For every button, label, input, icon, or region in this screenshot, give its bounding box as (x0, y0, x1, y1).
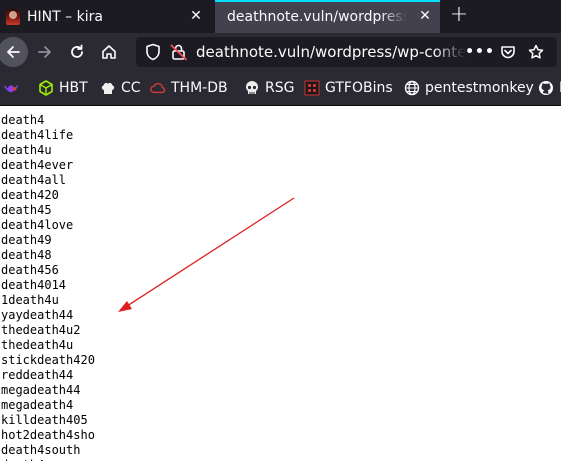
gtfobins-grid-icon (304, 80, 320, 96)
bookmark-unnamed[interactable] (3, 78, 24, 98)
bookmark-label: GTFOBins (325, 80, 393, 96)
ellipsis-icon[interactable]: ••• (465, 43, 494, 61)
bookmark-label: pentestmonkey (425, 80, 534, 96)
bookmark-thm-db[interactable]: THM-DB (150, 78, 228, 98)
close-icon[interactable]: ✕ (416, 7, 434, 25)
arrow-right-icon (38, 46, 51, 58)
bookmark-cc[interactable]: CC (100, 78, 141, 98)
bookmark-label: CC (121, 80, 141, 96)
cloud-icon (150, 80, 166, 96)
globe-icon (404, 80, 420, 96)
page-content: death4 death4life death4u death4ever death4a… (0, 106, 561, 461)
github-icon (538, 80, 554, 96)
skull-icon (244, 80, 260, 96)
tab-uploads[interactable]: deathnote.vuln/wordpress/wp-content/uplo… (215, 0, 440, 33)
chef-hat-icon (100, 80, 116, 96)
url-domain: deathnote.vuln (196, 43, 310, 61)
bookmark-label: RSG (265, 80, 295, 96)
reload-icon (71, 44, 83, 58)
tab-strip: HINT – kira ✕ deathnote.vuln/wordpress/w… (0, 0, 561, 33)
star-icon[interactable] (527, 43, 545, 61)
annotation-arrow (118, 197, 295, 312)
bookmark-pentestmonkey[interactable]: pentestmonkey (404, 78, 534, 98)
url-bar[interactable]: deathnote.vuln/wordpress/wp-content ••• (136, 37, 557, 67)
bookmark-label: HBT (59, 80, 88, 96)
bookmark-label: THM-DB (171, 80, 228, 96)
kira-favicon-icon (6, 8, 20, 25)
reload-button[interactable] (62, 37, 92, 67)
bookmark-p[interactable]: P (538, 78, 561, 98)
pocket-icon[interactable] (499, 43, 517, 61)
cube-icon (38, 80, 54, 96)
plus-icon[interactable]: + (448, 4, 470, 28)
tab-title: deathnote.vuln/wordpress/wp-content/uplo… (227, 8, 407, 25)
tab-hint-kira[interactable]: HINT – kira ✕ (0, 0, 213, 33)
bookmark-gtfobins[interactable]: GTFOBins (304, 78, 393, 98)
home-button[interactable] (94, 37, 124, 67)
bookmark-rsg[interactable]: RSG (244, 78, 294, 98)
close-icon[interactable]: ✕ (187, 7, 205, 25)
insecure-lock-icon[interactable] (170, 43, 188, 61)
url-path: /wordpress/wp-content (309, 43, 466, 61)
back-button[interactable] (0, 37, 28, 67)
forward-button[interactable] (30, 37, 60, 67)
url-text[interactable]: deathnote.vuln/wordpress/wp-content (196, 42, 466, 62)
home-icon (102, 45, 116, 59)
arrow-left-icon (7, 46, 20, 58)
shield-icon[interactable] (144, 43, 162, 61)
bookmarks-toolbar: HBT CC THM-DB RSG GTFOBins pentestmonkey (0, 71, 561, 106)
navigation-toolbar: deathnote.vuln/wordpress/wp-content ••• (0, 33, 561, 71)
tab-title: HINT – kira (27, 8, 103, 25)
bookmark-hbt[interactable]: HBT (38, 78, 88, 98)
bat-icon (3, 80, 19, 96)
